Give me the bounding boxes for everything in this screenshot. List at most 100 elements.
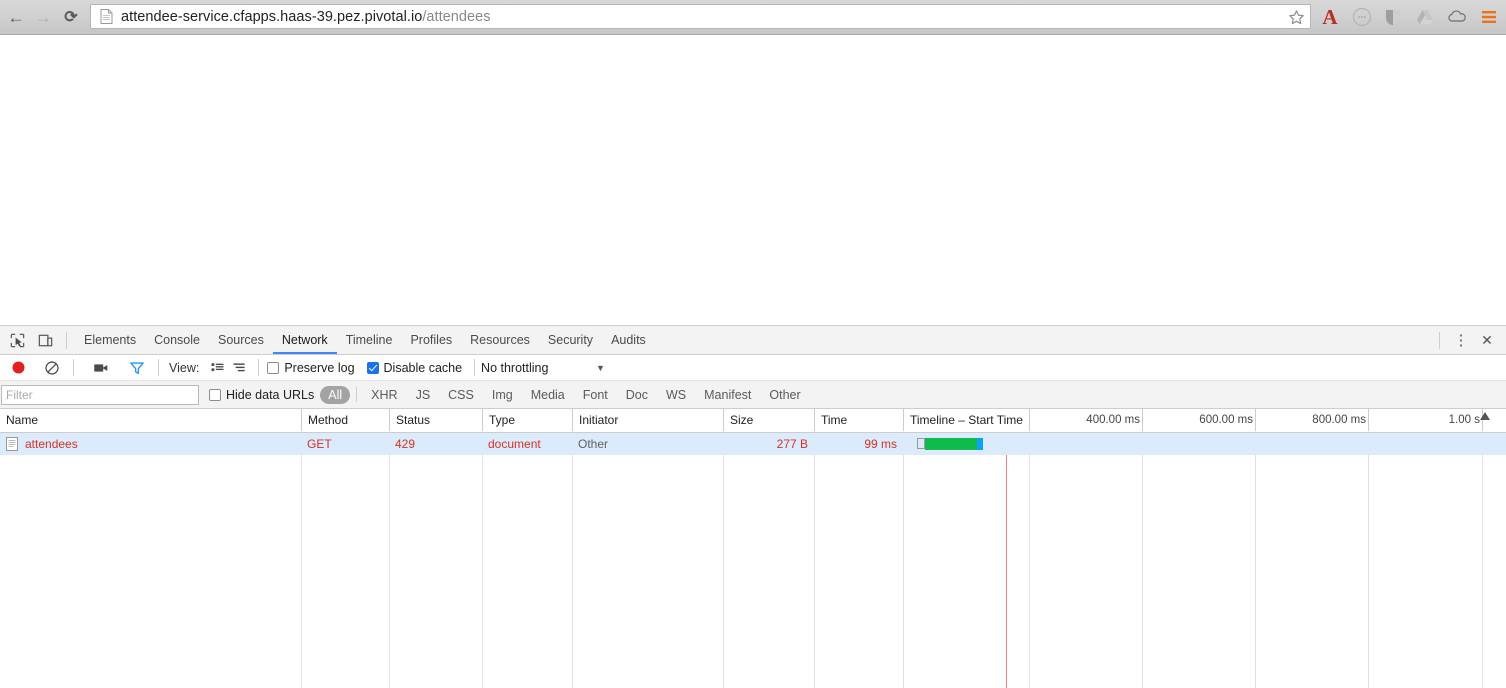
type-filter-divider [356,387,358,402]
ruler-label-400ms: 400.00 ms [1086,414,1140,426]
reload-button[interactable]: ⟳ [61,8,81,28]
tab-sources[interactable]: Sources [209,326,273,354]
record-button[interactable] [5,355,31,381]
timeline-gridline-1 [1029,433,1030,688]
type-filter-img[interactable]: Img [484,386,521,404]
tabbar-divider [66,331,67,349]
preserve-log-checkbox[interactable]: Preserve log [267,360,355,375]
column-header-time[interactable]: Time [814,409,903,431]
column-divider-time [814,433,815,688]
column-divider-status [389,433,390,688]
type-filter-other[interactable]: Other [761,386,808,404]
chrome-menu-icon[interactable] [1478,6,1500,28]
view-waterfall-icon[interactable] [228,355,250,381]
tab-security[interactable]: Security [539,326,602,354]
column-divider-type [482,433,483,688]
type-filter-ws[interactable]: WS [658,386,694,404]
tab-console[interactable]: Console [145,326,209,354]
camera-icon[interactable] [88,355,114,381]
disable-cache-label: Disable cache [383,360,463,375]
column-header-size[interactable]: Size [723,409,814,431]
document-icon [6,437,18,451]
devtools-tabbar: Elements Console Sources Network Timelin… [0,326,1506,355]
disable-cache-box [366,361,379,374]
ext-circle-icon[interactable] [1351,6,1373,28]
request-size-cell: 277 B [776,437,808,451]
table-header-row: Name Method Status Type Initiator Size T… [0,409,1506,433]
tab-timeline[interactable]: Timeline [337,326,402,354]
ext-drive-icon[interactable] [1414,6,1436,28]
column-header-status[interactable]: Status [389,409,482,431]
waterfall-download-segment [977,438,983,450]
address-bar[interactable]: attendee-service.cfapps.haas-39.pez.pivo… [90,4,1311,29]
tab-audits[interactable]: Audits [602,326,655,354]
request-initiator-cell: Other [578,437,609,451]
devtools-panel: Elements Console Sources Network Timelin… [0,325,1506,688]
type-filter-css[interactable]: CSS [440,386,482,404]
column-divider-timeline [903,433,904,688]
preserve-log-box [267,361,280,374]
request-time-cell: 99 ms [864,437,897,451]
column-divider-method [301,433,302,688]
type-filter-xhr[interactable]: XHR [363,386,405,404]
preserve-log-label: Preserve log [284,360,355,375]
type-filter-font[interactable]: Font [575,386,616,404]
browser-toolbar: ← → ⟳ attendee-service.cfapps.haas-39.pe… [0,0,1506,35]
column-header-initiator[interactable]: Initiator [572,409,723,431]
column-header-timeline[interactable]: Timeline – Start Time [903,409,1029,431]
waterfall-waiting-segment [925,438,977,450]
ext-shield-icon[interactable] [1382,6,1404,28]
throttling-select[interactable]: No throttling ▼ [481,361,605,375]
more-options-icon[interactable]: ⋮ [1448,327,1474,353]
tab-resources[interactable]: Resources [461,326,539,354]
hide-data-urls-box [209,388,221,401]
type-filter-doc[interactable]: Doc [618,386,656,404]
column-header-method[interactable]: Method [301,409,389,431]
tab-profiles[interactable]: Profiles [401,326,461,354]
request-method-cell: GET [307,437,332,451]
column-header-name[interactable]: Name [0,409,301,431]
clear-button[interactable] [39,355,65,381]
table-row[interactable]: attendees GET 429 document Other 277 B 9… [0,433,1506,455]
inspect-element-icon[interactable] [4,327,30,353]
url-text: attendee-service.cfapps.haas-39.pez.pivo… [121,9,491,25]
device-toolbar-icon[interactable] [32,327,58,353]
toolbar-divider-3 [258,359,260,376]
filter-input[interactable] [1,384,199,405]
table-body: attendees GET 429 document Other 277 B 9… [0,433,1506,688]
tabbar-right-divider [1439,331,1440,349]
column-divider-size [723,433,724,688]
request-type-cell: document [488,437,541,451]
chevron-down-icon: ▼ [596,362,605,373]
back-button[interactable]: ← [6,8,26,28]
forward-button[interactable]: → [33,8,53,28]
network-toolbar: View: Preserve log Disable cache No thro… [0,355,1506,381]
close-icon[interactable]: ✕ [1474,327,1500,353]
timeline-gridline-5 [1482,433,1483,688]
toolbar-divider-4 [474,359,476,376]
page-viewport [0,36,1506,325]
filter-funnel-icon[interactable] [124,355,150,381]
waterfall-queueing-segment [917,438,925,449]
timeline-gridline-4 [1368,433,1369,688]
ruler-label-1s: 1.00 s [1448,414,1480,426]
ext-a-icon[interactable]: A [1319,6,1341,29]
url-path: /attendees [422,8,491,25]
column-header-type[interactable]: Type [482,409,572,431]
tab-network[interactable]: Network [272,326,337,354]
type-filter-all[interactable]: All [320,385,351,404]
request-name-cell[interactable]: attendees [0,433,295,455]
disable-cache-checkbox[interactable]: Disable cache [366,360,463,375]
hide-data-urls-checkbox[interactable]: Hide data URLs [209,388,314,402]
hide-data-urls-label: Hide data URLs [226,387,315,402]
ext-cloud-icon[interactable] [1446,6,1468,28]
type-filter-manifest[interactable]: Manifest [696,386,759,404]
type-filter-media[interactable]: Media [523,386,573,404]
view-list-icon[interactable] [206,355,228,381]
bookmark-star-icon[interactable] [1287,8,1306,27]
type-filter-js[interactable]: JS [408,386,439,404]
tab-elements[interactable]: Elements [75,326,145,354]
page-document-icon [100,9,113,24]
request-status-cell: 429 [395,437,416,451]
request-name-text: attendees [25,437,78,451]
